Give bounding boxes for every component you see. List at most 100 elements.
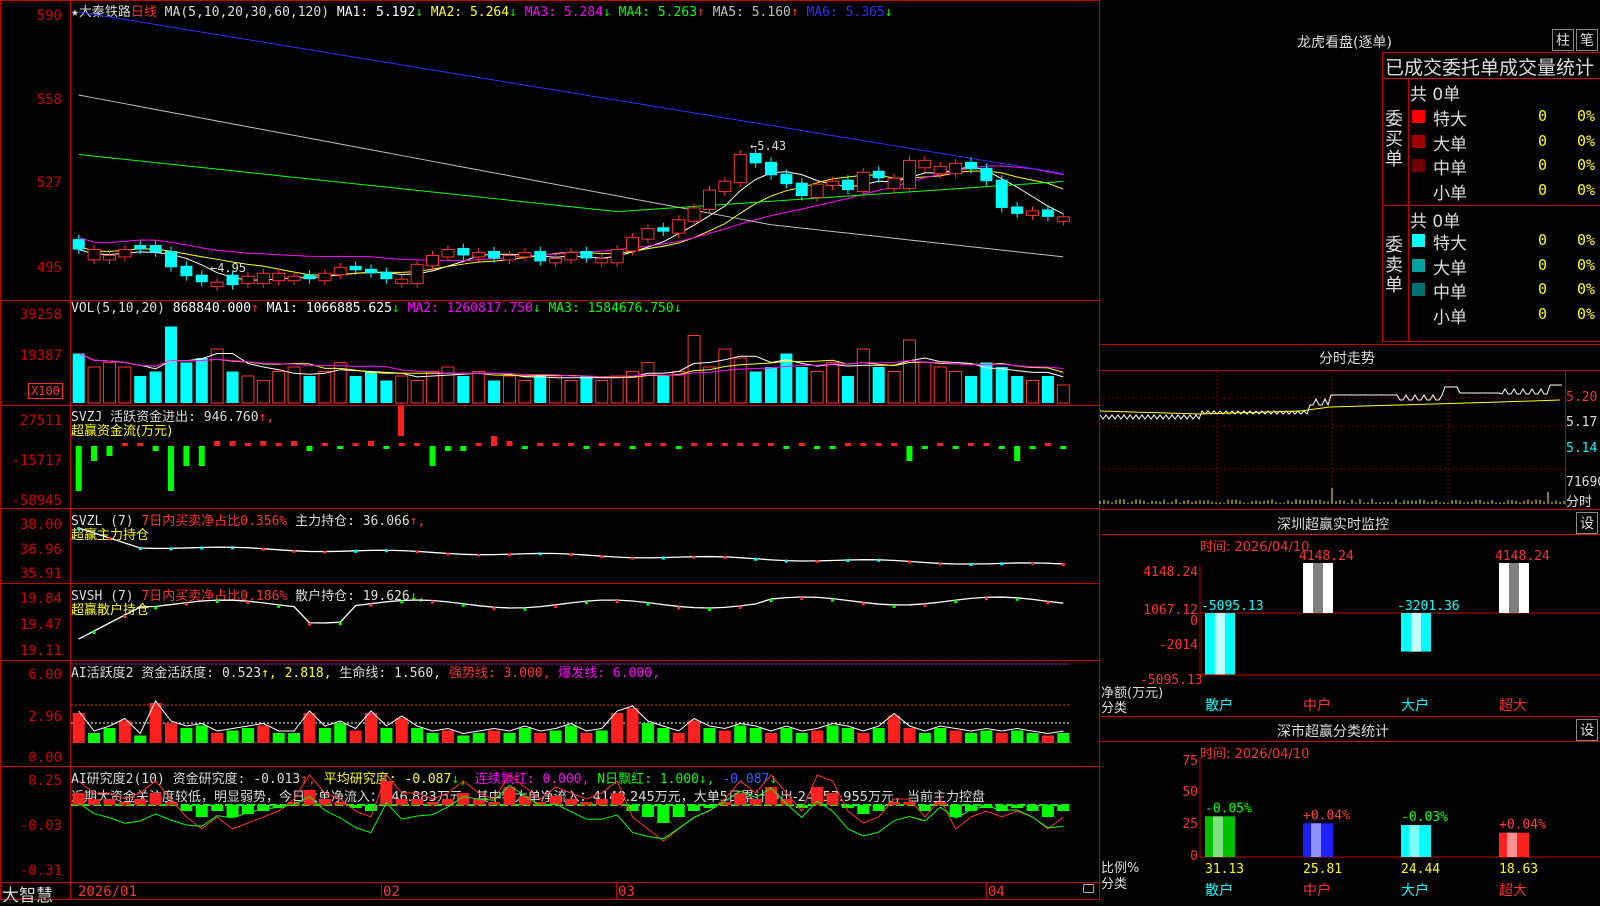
lock-icon[interactable]: [1083, 884, 1094, 893]
activity-bar: [950, 731, 962, 744]
research-bar: [180, 805, 192, 811]
intraday-chart[interactable]: [1100, 371, 1565, 506]
activity-bar: [503, 733, 515, 743]
fund-flow-bar: [1030, 446, 1036, 449]
candle-body: [734, 154, 746, 182]
activity-bar: [996, 733, 1008, 743]
holding-dot: [908, 560, 911, 563]
research-bar: [1042, 805, 1054, 817]
bar-mode-button[interactable]: 柱: [1552, 29, 1574, 51]
candlestick-chart[interactable]: [71, 0, 1099, 300]
activity-bar: [750, 728, 762, 743]
activity-chart[interactable]: [71, 661, 1099, 765]
fund-flow-chart[interactable]: [71, 406, 1099, 507]
volume-bar: [411, 381, 423, 404]
order-row-count: 0: [1538, 156, 1547, 174]
candle-body: [365, 269, 377, 273]
volume-bar: [457, 376, 469, 403]
sz-settings-button[interactable]: 设: [1576, 512, 1598, 534]
trade-mode-button[interactable]: 笔: [1576, 29, 1598, 51]
activity-bar: [811, 731, 823, 744]
fund-flow-bar: [922, 446, 928, 449]
divider: [1382, 78, 1600, 79]
candle-body: [1057, 217, 1069, 221]
research-bar: [303, 790, 315, 805]
activity-bar: [134, 736, 146, 744]
fund-flow-bar: [937, 443, 943, 446]
order-row-percent: 0%: [1577, 280, 1595, 298]
holding-dot: [508, 553, 511, 556]
activity-bar: [427, 733, 439, 743]
holding-dot: [231, 546, 234, 549]
holding-dot: [616, 600, 619, 603]
research-bar: [765, 787, 777, 805]
volume-bar: [1057, 385, 1069, 403]
brand-logo[interactable]: 大智慧: [2, 881, 53, 906]
retail-holding-chart[interactable]: [71, 584, 1099, 659]
fund-flow-bar: [430, 446, 436, 466]
ratio-bar-shade: [1409, 825, 1419, 857]
candle-body: [473, 252, 485, 256]
intraday-price-high: 5.20: [1566, 390, 1597, 405]
activity-bar: [734, 726, 746, 744]
svzj-axis-bottom: -58945: [0, 493, 62, 509]
category-label: 中户: [1303, 697, 1331, 714]
holding-dot: [816, 560, 819, 563]
volume-chart[interactable]: [71, 301, 1099, 404]
holding-dot: [600, 555, 603, 558]
svzl-axis-mid: 36.96: [0, 542, 62, 558]
fund-flow-bar: [891, 443, 897, 446]
candle-body: [750, 153, 762, 163]
order-swatch: [1412, 234, 1425, 247]
research-bar: [673, 805, 685, 817]
holding-dot: [323, 551, 326, 554]
fund-flow-bar: [645, 443, 651, 446]
volume-bar: [303, 376, 315, 403]
research-bar: [642, 805, 654, 817]
candle-body: [319, 273, 331, 280]
holding-dot: [185, 603, 188, 606]
activity-bar: [473, 733, 485, 743]
candle-body: [965, 162, 977, 169]
activity-bar: [550, 731, 562, 744]
volume-bar: [888, 372, 900, 404]
fund-flow-bar: [737, 443, 743, 446]
order-stats-tabs[interactable]: 已成交委托单成交量统计: [1385, 53, 1594, 80]
price-axis-527: 527: [0, 175, 62, 191]
sz-netflow-chart[interactable]: -5095.13 散户 4148.24 中户 -3201.36 大户 4148.24 超大: [1200, 540, 1600, 715]
fl-ratio-chart[interactable]: -0.05% 31.13 散户 +0.04% 25.81 中户 -0.03% 24.44 大户 +…: [1200, 747, 1600, 900]
activity-bar: [88, 733, 100, 743]
candle-body: [396, 279, 408, 283]
research-bar: [596, 799, 608, 805]
candle-body: [642, 229, 654, 239]
fund-flow-bar: [183, 446, 189, 466]
candle-body: [134, 245, 146, 249]
fund-flow-bar: [722, 443, 728, 446]
netflow-bar-shade: [1509, 563, 1519, 613]
high-price-marker: ←5.43: [750, 139, 786, 153]
fund-flow-bar: [106, 446, 112, 456]
candle-body: [1011, 206, 1023, 213]
divider: [1100, 344, 1600, 345]
volume-bar: [88, 367, 100, 403]
research-chart[interactable]: [71, 767, 1099, 881]
divider: [1382, 205, 1600, 206]
research-bar: [103, 799, 115, 805]
candle-body: [288, 276, 300, 280]
activity-bar: [1027, 733, 1039, 743]
vol-unit-badge: X100: [28, 383, 63, 399]
netflow-label: 4148.24: [1495, 549, 1550, 564]
order-row-percent: 0%: [1577, 256, 1595, 274]
order-row-percent: 0%: [1577, 305, 1595, 323]
activity-bar: [457, 736, 469, 744]
holding-dot: [400, 600, 403, 603]
holding-dot: [154, 606, 157, 609]
activity-bar: [119, 721, 131, 744]
research-bar: [88, 799, 100, 805]
fl-settings-button[interactable]: 设: [1576, 719, 1598, 741]
volume-bar: [950, 372, 962, 404]
order-row-name: 中单: [1433, 278, 1467, 303]
main-holding-chart[interactable]: [71, 509, 1099, 582]
fund-flow-bar: [830, 446, 836, 449]
volume-bar: [134, 376, 146, 403]
